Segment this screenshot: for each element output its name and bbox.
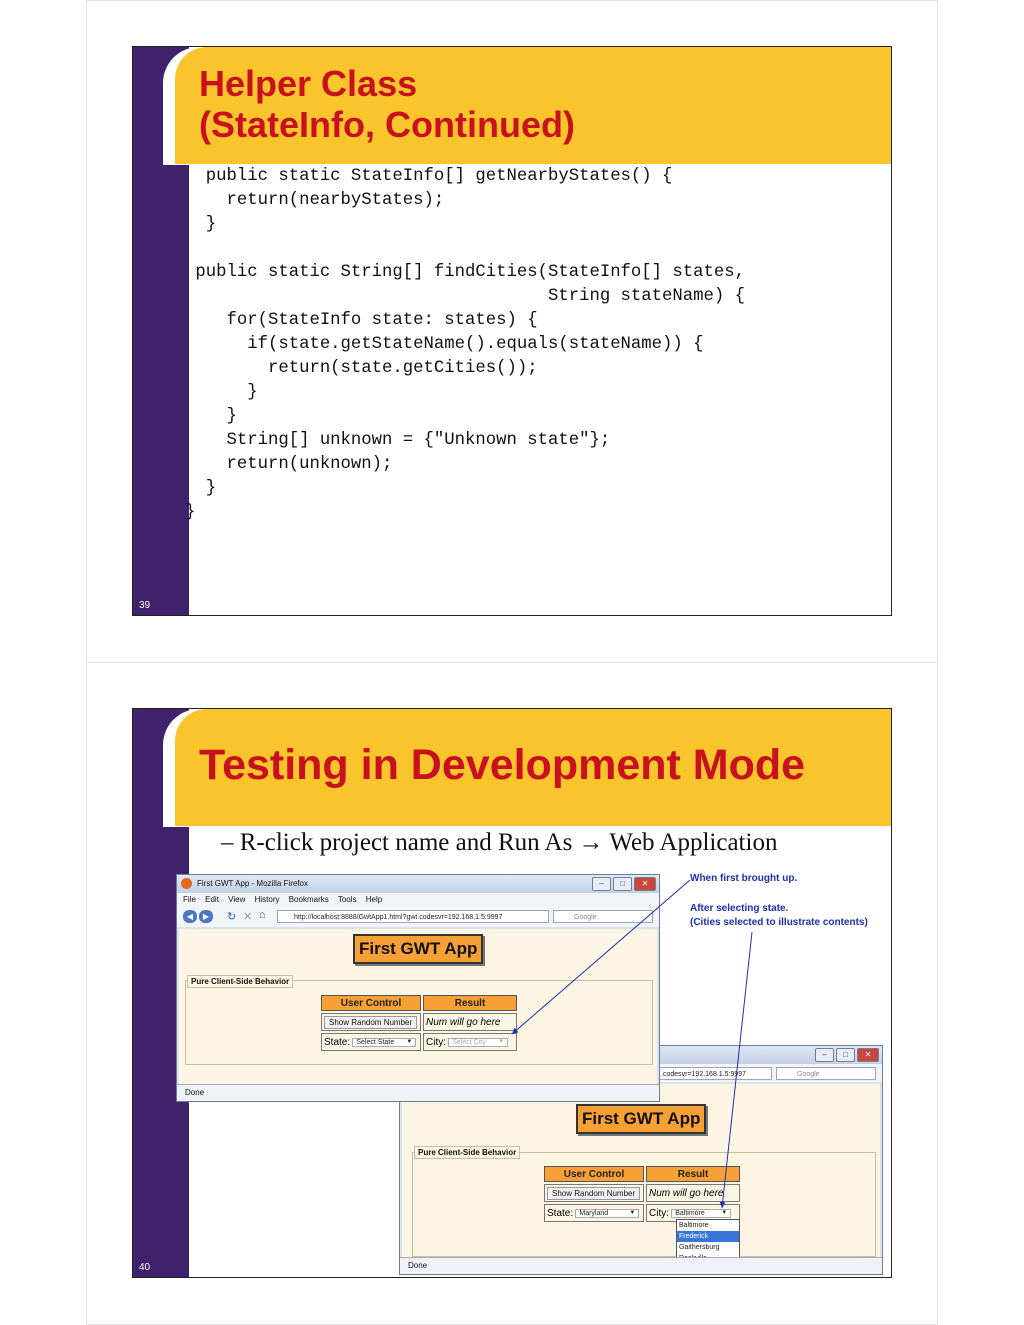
annotation-arrows bbox=[511, 879, 753, 1209]
arrow-to-dropdown bbox=[719, 931, 753, 1209]
arrow-to-initial-window bbox=[511, 879, 691, 1035]
